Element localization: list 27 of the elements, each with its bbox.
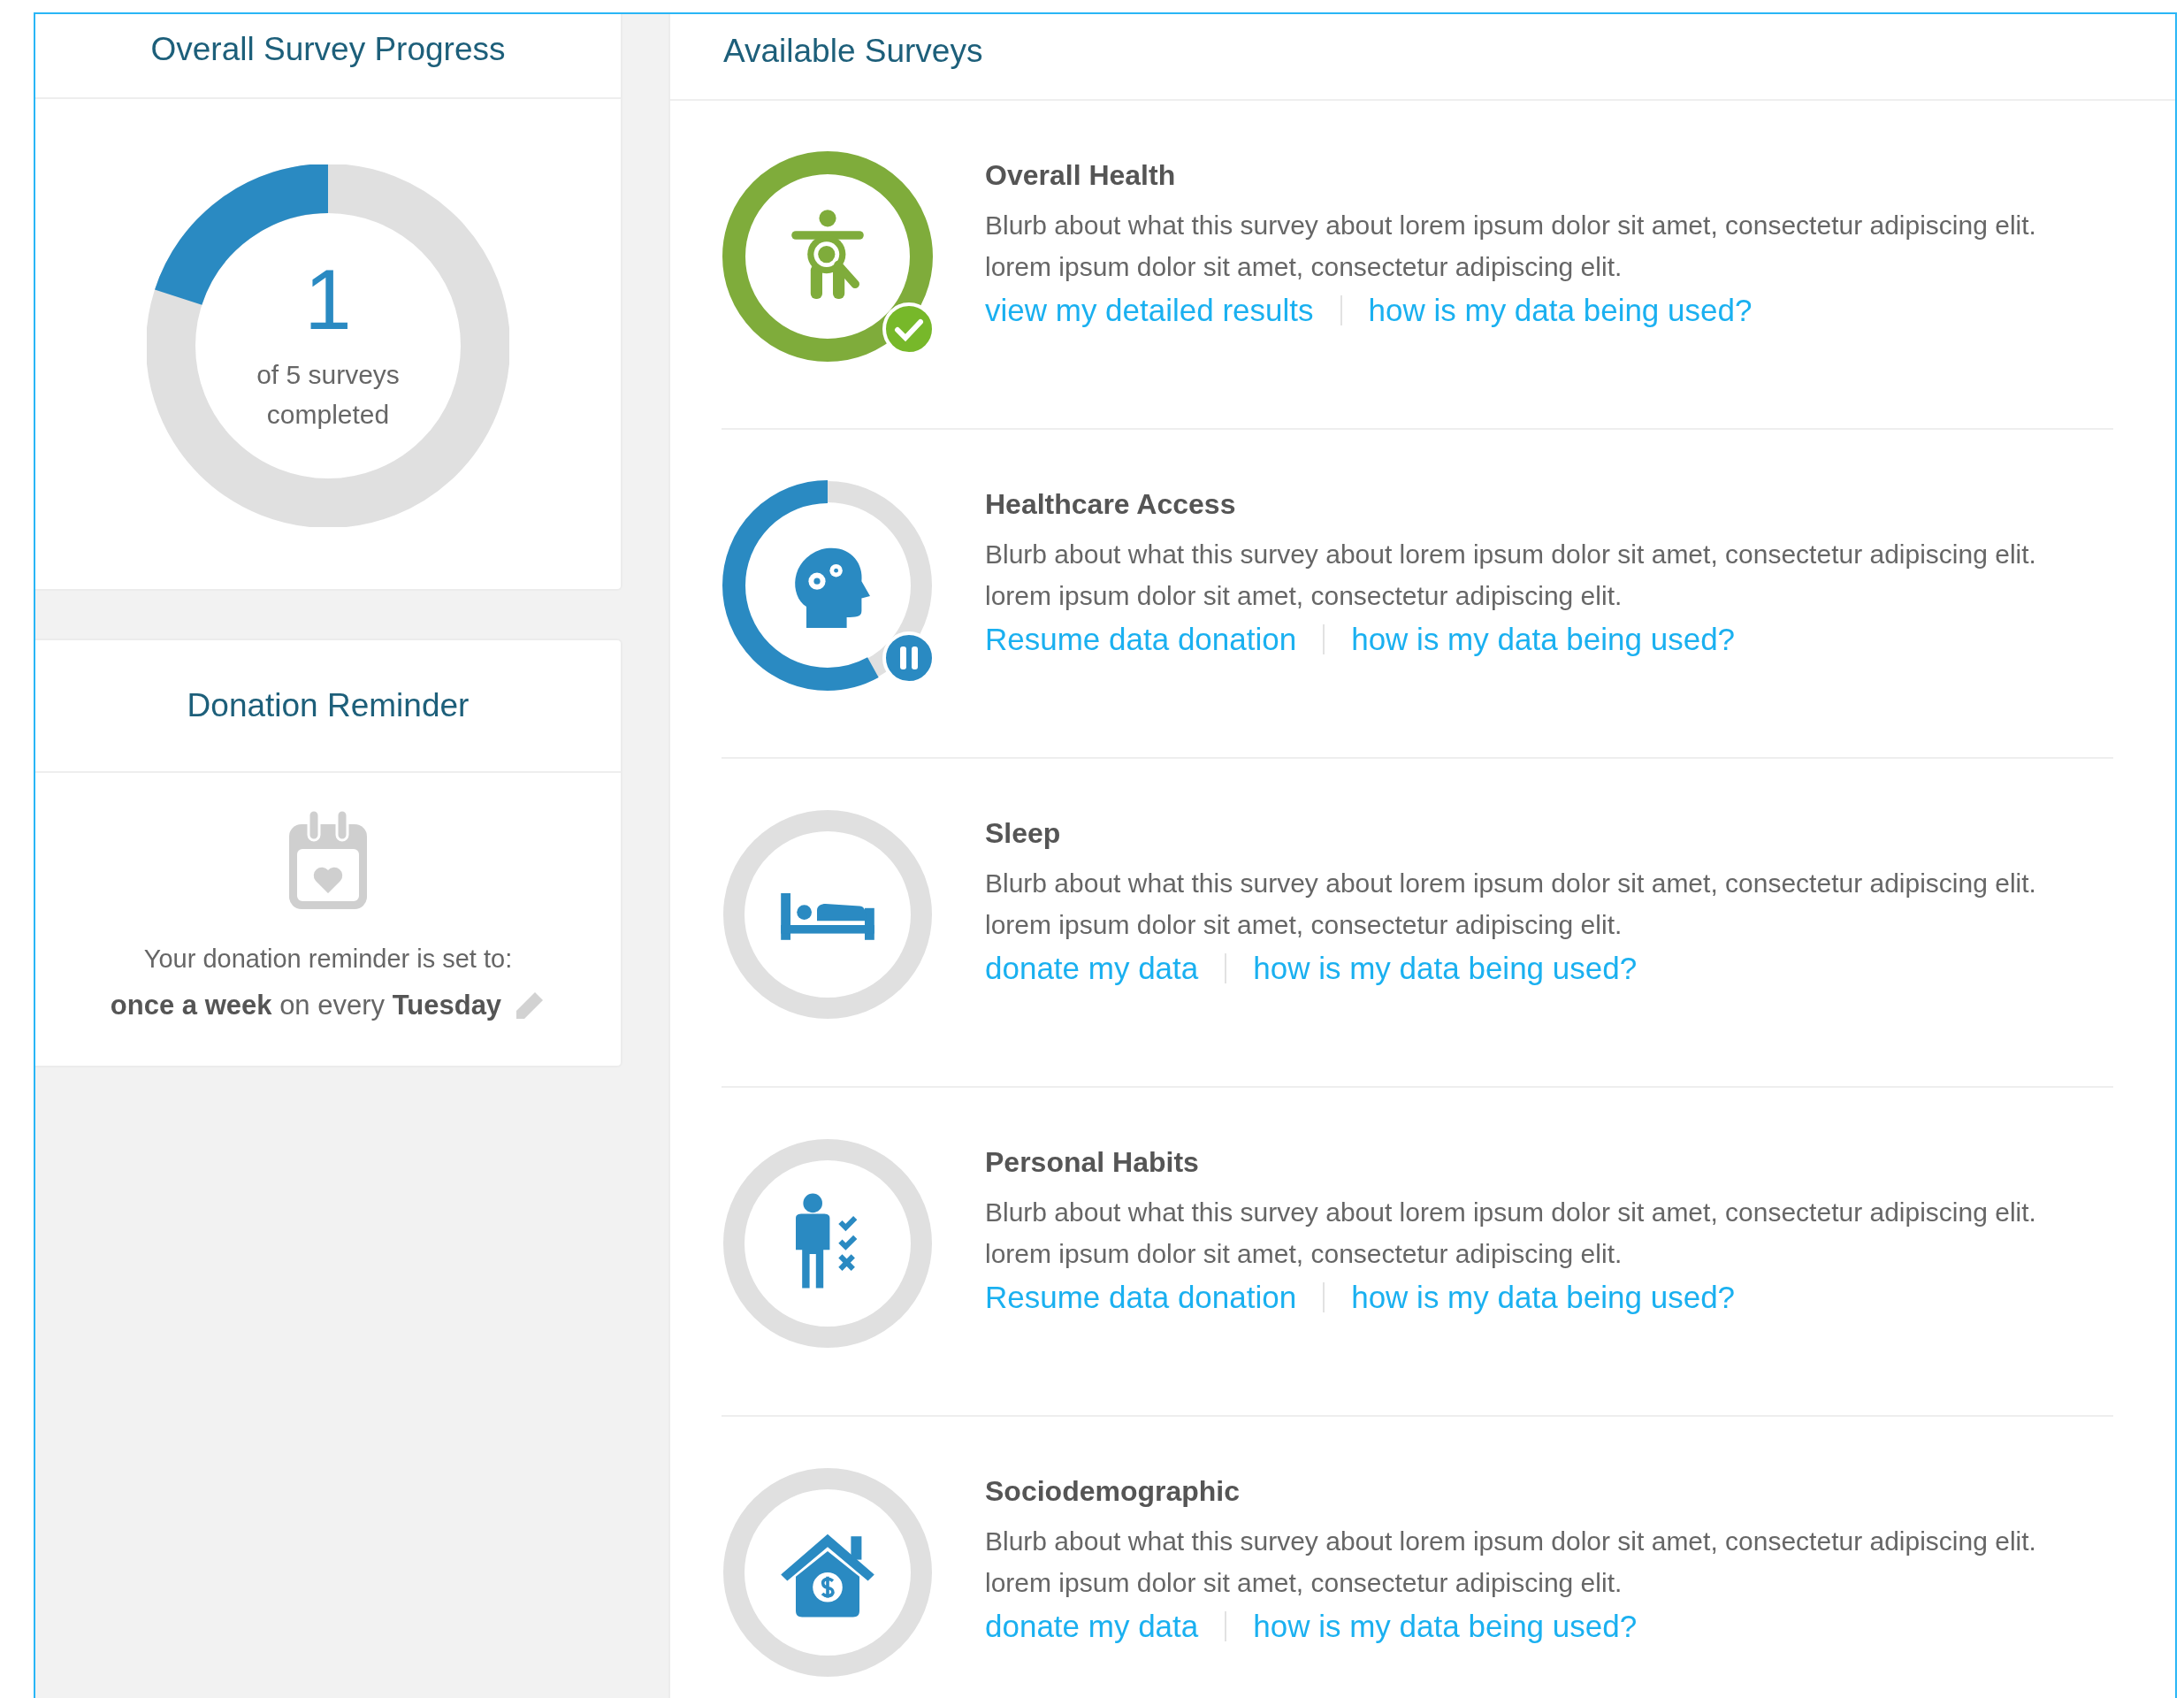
survey-title: Sociodemographic xyxy=(985,1475,1241,1508)
survey-description: Blurb about what this survey about lorem ipsum dolor sit amet, consectetur adipiscing elit. lorem ipsum dolor sit amet, consectetur adipiscing elit. xyxy=(985,210,2037,283)
survey-title: Sleep xyxy=(985,817,1062,850)
survey-link[interactable]: how is my data being used? xyxy=(1368,293,1753,328)
panel-title: Donation Reminder xyxy=(187,687,470,724)
survey-link[interactable]: how is my data being used? xyxy=(1351,622,1736,657)
survey-title: Healthcare Access xyxy=(985,488,1237,521)
survey-description: Blurb about what this survey about lorem ipsum dolor sit amet, consectetur adipiscing elit. lorem ipsum dolor sit amet, consectetur adipiscing elit. xyxy=(985,868,2037,941)
survey-description: Blurb about what this survey about lorem ipsum dolor sit amet, consectetur adipiscing elit. lorem ipsum dolor sit amet, consectetur adipiscing elit. xyxy=(985,1526,2037,1599)
survey-link[interactable]: how is my data being used? xyxy=(1351,1280,1736,1315)
survey-link[interactable]: view my detailed results xyxy=(985,293,1314,328)
panel-title: Available Surveys xyxy=(723,33,983,70)
survey-title: Personal Habits xyxy=(985,1146,1200,1179)
survey-link[interactable]: Resume data donation xyxy=(985,622,1297,657)
survey-link[interactable]: donate my data xyxy=(985,1609,1199,1644)
panel-title: Overall Survey Progress xyxy=(150,31,506,68)
survey-title: Overall Health xyxy=(985,159,1177,192)
survey-link[interactable]: donate my data xyxy=(985,951,1199,986)
survey-link[interactable]: how is my data being used? xyxy=(1253,951,1638,986)
completed-caption: of 5 surveys completed xyxy=(256,359,401,431)
completed-count: 1 xyxy=(304,257,352,342)
survey-link[interactable]: how is my data being used? xyxy=(1253,1609,1638,1644)
survey-link[interactable]: Resume data donation xyxy=(985,1280,1297,1315)
reminder-schedule: once a week on every Tuesday xyxy=(110,990,502,1021)
reminder-intro: Your donation reminder is set to: xyxy=(143,945,513,974)
survey-description: Blurb about what this survey about lorem ipsum dolor sit amet, consectetur adipiscing elit. lorem ipsum dolor sit amet, consectetur adipiscing elit. xyxy=(985,1197,2037,1270)
survey-description: Blurb about what this survey about lorem ipsum dolor sit amet, consectetur adipiscing elit. lorem ipsum dolor sit amet, consectetur adipiscing elit. xyxy=(985,539,2037,612)
